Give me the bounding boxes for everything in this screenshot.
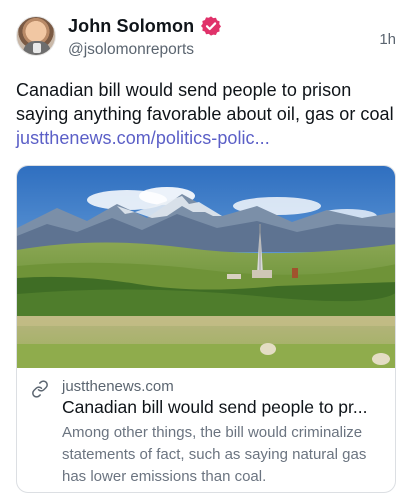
link-preview-description: Among other things, the bill would crimi… [62,424,367,485]
link-preview-title[interactable]: Canadian bill would send people to pr... [62,397,384,418]
avatar-collar [33,43,41,53]
verified-badge-icon [201,16,222,36]
link-preview-meta[interactable]: justthenews.com Canadian bill would send… [17,368,395,492]
post-timestamp[interactable]: 1h [379,31,396,48]
author-name-row: John Solomon [68,15,222,37]
author-handle[interactable]: @jsolomonreports [68,41,194,59]
post-text: Canadian bill would send people to priso… [16,80,394,124]
avatar[interactable] [16,16,56,56]
post[interactable]: John Solomon @jsolomonreports 1h Canadia… [0,0,412,500]
link-preview-card[interactable]: justthenews.com Canadian bill would send… [16,165,396,493]
link-preview-image[interactable] [17,166,396,368]
post-body: Canadian bill would send people to priso… [16,78,400,150]
link-icon [32,380,48,398]
author-display-name[interactable]: John Solomon [68,16,194,37]
post-link[interactable]: justthenews.com/politics-polic... [16,128,270,148]
link-preview-domain: justthenews.com [62,378,174,395]
